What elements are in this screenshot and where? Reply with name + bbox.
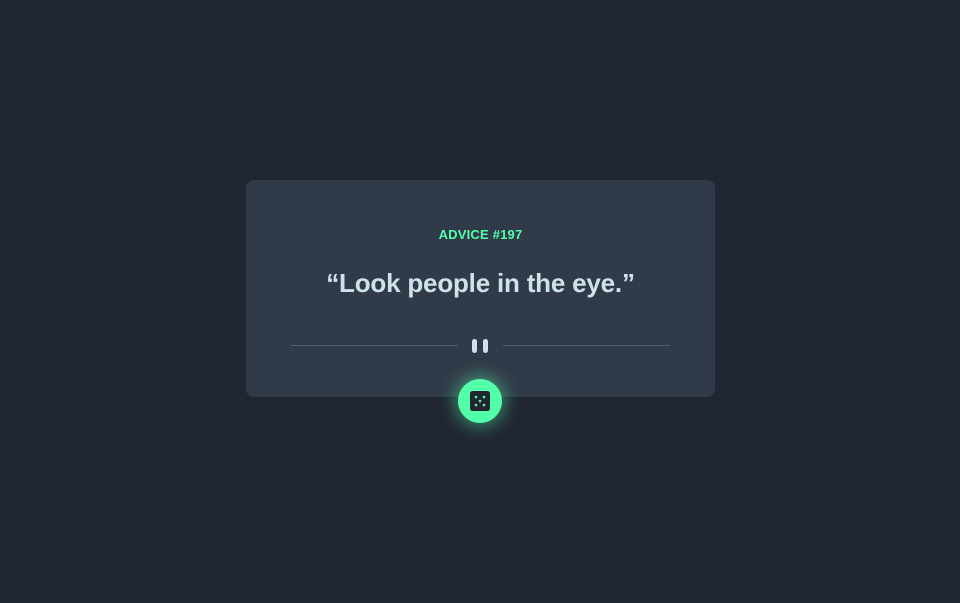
pause-icon-bar-right — [483, 339, 488, 353]
page-stage: ADVICE #197 “Look people in the eye.” — [0, 0, 960, 603]
advice-quote: “Look people in the eye.” — [326, 268, 635, 298]
advice-id-label: ADVICE #197 — [438, 227, 523, 242]
pause-icon — [472, 339, 489, 353]
generate-advice-button[interactable] — [458, 379, 502, 423]
pause-icon-bar-left — [472, 339, 477, 353]
advice-card: ADVICE #197 “Look people in the eye.” — [246, 180, 715, 397]
divider-line-right — [503, 345, 670, 346]
dice-icon — [470, 391, 490, 411]
divider — [291, 337, 670, 354]
divider-line-left — [291, 345, 458, 346]
